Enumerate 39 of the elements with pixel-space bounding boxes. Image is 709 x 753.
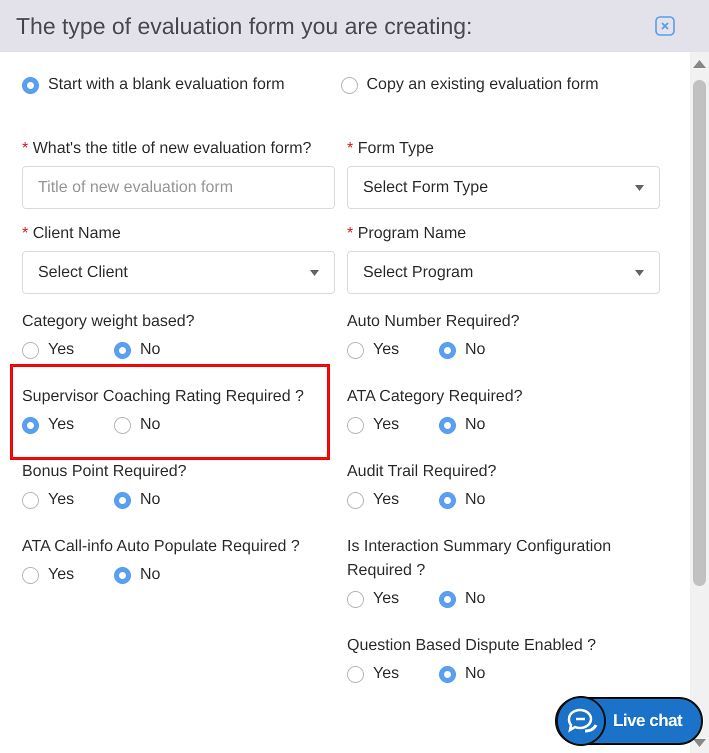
radio-option[interactable]: Yes xyxy=(22,491,92,509)
radio-option[interactable]: Yes xyxy=(22,566,92,584)
radio-option[interactable]: No xyxy=(439,491,509,509)
select-dropdown[interactable]: Select Program xyxy=(347,251,660,294)
select-dropdown[interactable]: Select Form Type xyxy=(347,166,660,209)
radio-option[interactable]: Yes xyxy=(347,590,417,608)
radio-option[interactable]: No xyxy=(114,416,184,434)
field-label: * Client Name xyxy=(22,225,122,243)
radio-option[interactable]: No xyxy=(439,341,509,359)
radio-option[interactable]: No xyxy=(114,566,184,584)
radio-option[interactable]: Copy an existing evaluation form xyxy=(340,76,659,94)
dialog-title: The type of evaluation form you are creating: xyxy=(16,12,472,40)
radio-option[interactable]: Yes xyxy=(347,665,417,683)
radio-option[interactable]: No xyxy=(114,491,184,509)
question-label: Bonus Point Required? xyxy=(22,462,188,482)
radio-option[interactable]: Yes xyxy=(347,416,417,434)
field-label: * What's the title of new evaluation form? xyxy=(22,140,312,158)
question-label: Category weight based? xyxy=(22,312,196,332)
field-label: * Form Type xyxy=(347,140,435,158)
radio-option[interactable]: Yes xyxy=(22,341,92,359)
radio-option[interactable]: Yes xyxy=(22,416,92,434)
live-chat-button[interactable]: Live chat xyxy=(555,697,703,745)
question-label: Audit Trail Required? xyxy=(347,462,498,482)
field-label: * Program Name xyxy=(347,225,468,243)
question-label: ATA Category Required? xyxy=(347,387,524,407)
radio-option[interactable]: No xyxy=(439,665,509,683)
question-label: Supervisor Coaching Rating Required ? xyxy=(22,387,305,407)
question-label: ATA Call-info Auto Populate Required ? xyxy=(22,537,301,557)
radio-option[interactable]: Yes xyxy=(347,491,417,509)
radio-option[interactable]: No xyxy=(114,341,184,359)
question-label: Is Interaction Summary Configuration Required ? xyxy=(347,537,612,581)
title-field[interactable]: Title of new evaluation form xyxy=(22,166,335,209)
radio-option[interactable]: Yes xyxy=(347,341,417,359)
select-dropdown[interactable]: Select Client xyxy=(22,251,335,294)
question-label: Question Based Dispute Enabled ? xyxy=(347,636,598,656)
radio-option[interactable]: Start with a blank evaluation form xyxy=(22,76,340,94)
radio-option[interactable]: No xyxy=(439,416,509,434)
radio-option[interactable]: No xyxy=(439,590,509,608)
question-label: Auto Number Required? xyxy=(347,312,521,332)
